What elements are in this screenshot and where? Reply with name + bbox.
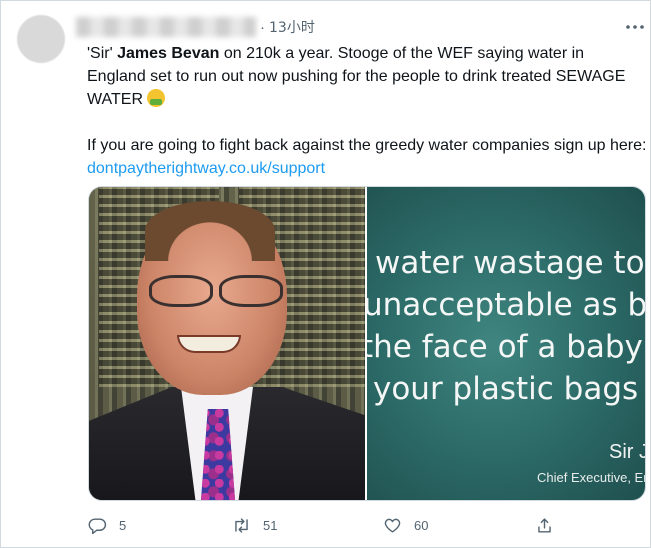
share-button[interactable]	[535, 512, 566, 538]
quote-line-1: water wastage to b	[375, 245, 645, 281]
portrait-photo[interactable]	[89, 187, 365, 500]
heart-icon	[384, 518, 401, 533]
action-bar: 5 51 60	[88, 512, 644, 538]
text-bold-name: James Bevan	[117, 45, 220, 62]
quote-line-3: the face of a baby	[367, 329, 643, 365]
retweet-button[interactable]: 51	[232, 512, 277, 538]
like-count: 60	[414, 517, 429, 533]
reply-count: 5	[119, 517, 127, 533]
text-prefix: 'Sir'	[87, 45, 118, 62]
author-name-redacted[interactable]	[76, 17, 256, 37]
tweet-text: 'Sir' James Bevan on 210k a year. Stooge…	[87, 42, 647, 180]
tweet-paragraph-2: If you are going to fight back against t…	[87, 134, 647, 180]
nauseated-face-emoji	[147, 89, 166, 107]
hair	[145, 201, 275, 261]
retweet-icon	[235, 517, 248, 533]
quote-line-2: unacceptable as blo	[367, 287, 645, 323]
ellipsis-icon[interactable]	[624, 17, 646, 35]
like-button[interactable]: 60	[383, 512, 428, 538]
text-body-2: If you are going to fight back against t…	[87, 137, 647, 154]
reply-button[interactable]: 5	[88, 512, 126, 538]
glasses	[139, 275, 289, 307]
separator-dot: ·	[260, 18, 265, 36]
smile	[177, 335, 241, 353]
tweet-timestamp[interactable]: 13小时	[269, 17, 315, 37]
quote-attribution-name: Sir J	[609, 441, 645, 463]
retweet-count: 51	[263, 517, 278, 533]
quote-line-4: your plastic bags in	[373, 371, 645, 407]
tweet-header: · 13小时	[76, 15, 315, 39]
quote-attribution-title: Chief Executive, En	[537, 470, 645, 485]
tweet-paragraph-1: 'Sir' James Bevan on 210k a year. Stooge…	[87, 42, 647, 111]
tweet-media[interactable]: water wastage to b unacceptable as blo t…	[88, 186, 646, 501]
quote-image[interactable]: water wastage to b unacceptable as blo t…	[367, 187, 645, 500]
support-link[interactable]: dontpaytherightway.co.uk/support	[87, 160, 325, 177]
avatar[interactable]	[17, 15, 65, 63]
share-icon	[538, 517, 551, 533]
reply-icon	[88, 517, 107, 534]
